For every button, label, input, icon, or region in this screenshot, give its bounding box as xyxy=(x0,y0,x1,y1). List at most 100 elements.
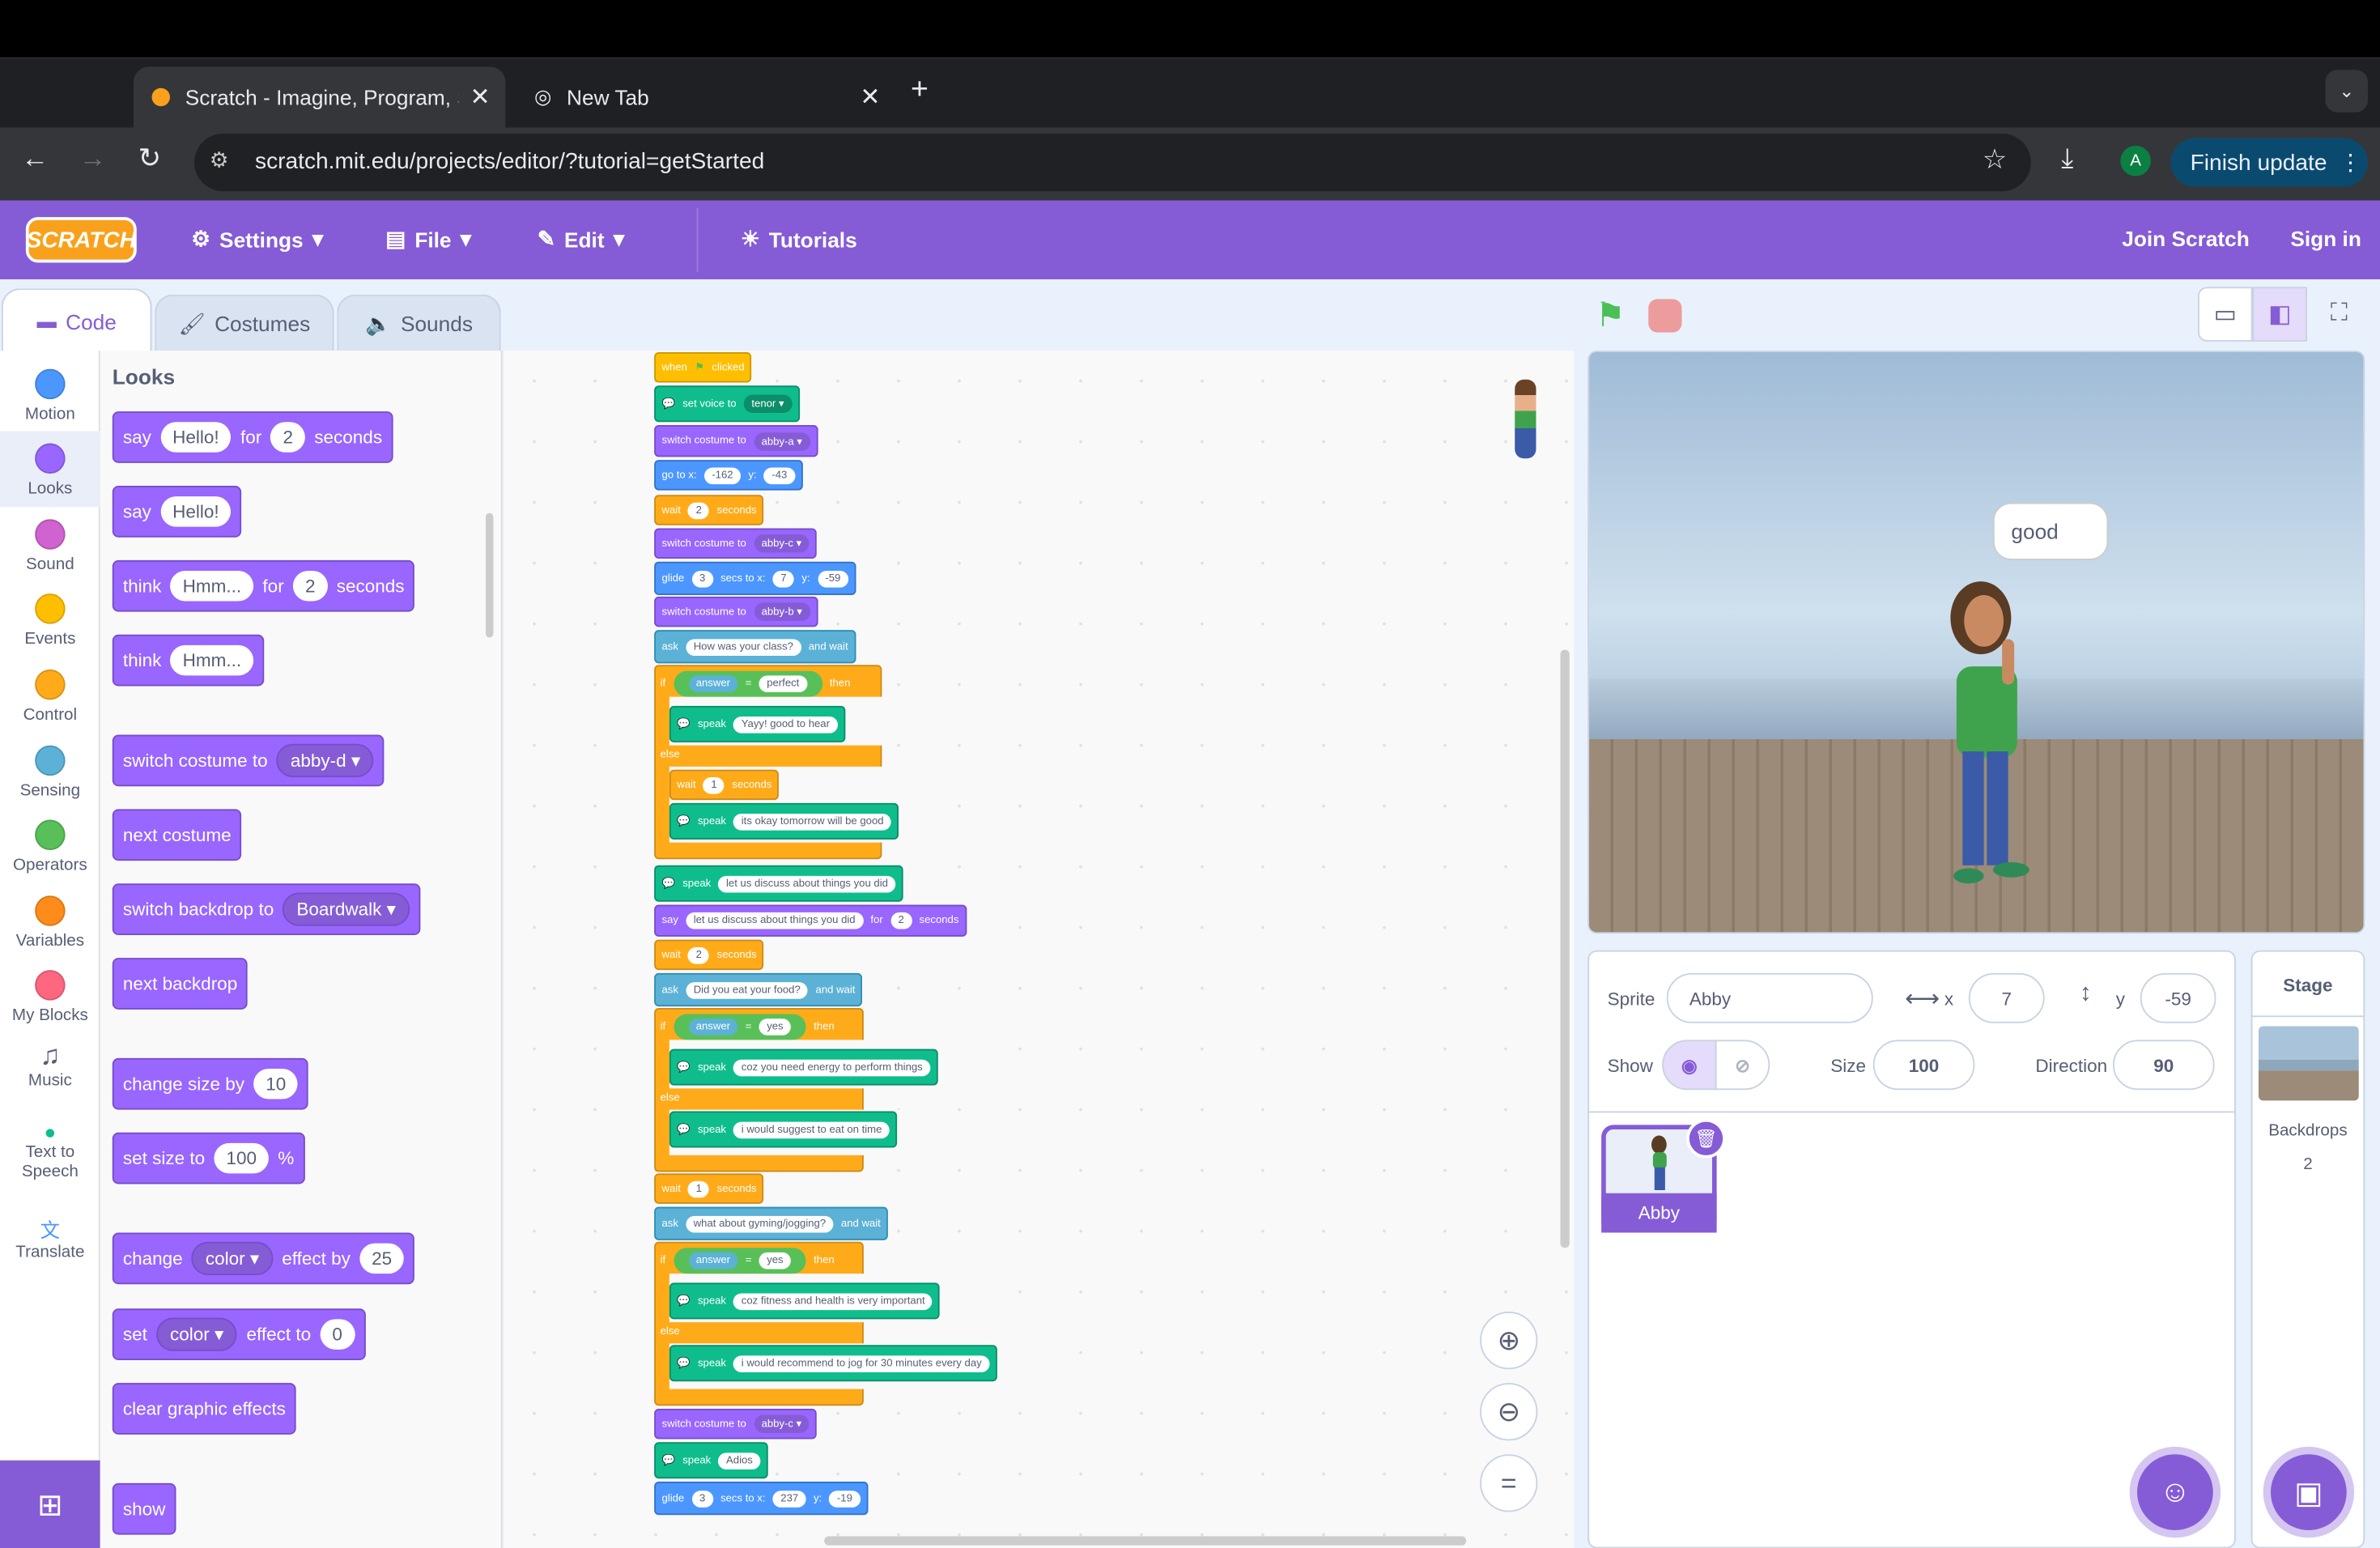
block-say-for-secs[interactable]: say Hello! for 2 seconds xyxy=(112,411,393,463)
small-stage-button[interactable]: ▭ xyxy=(2198,287,2253,342)
delete-sprite-button[interactable]: 🗑 xyxy=(1686,1118,1726,1159)
category-events[interactable]: Events xyxy=(0,581,100,657)
wait-block[interactable]: wait 2 seconds xyxy=(654,939,764,971)
block-input[interactable]: 7 xyxy=(772,570,794,587)
finish-update-button[interactable]: Finish update ⋮ xyxy=(2170,138,2368,187)
category-variables[interactable]: Variables xyxy=(0,883,100,959)
block-input[interactable]: i would suggest to eat on time xyxy=(733,1121,890,1138)
tab-search-icon[interactable]: ⌄ xyxy=(2325,70,2368,113)
block-dropdown[interactable]: abby-c ▾ xyxy=(754,1414,810,1433)
block-think-for-secs[interactable]: think Hmm... for 2 seconds xyxy=(112,559,415,612)
palette-scrollbar[interactable] xyxy=(486,512,494,638)
block-input[interactable]: -19 xyxy=(829,1490,861,1507)
block-input[interactable]: yes xyxy=(759,1251,792,1269)
large-stage-button[interactable]: ◧ xyxy=(2252,287,2307,342)
show-hidden-button[interactable]: ⊘ xyxy=(1715,1040,1770,1091)
speak-block[interactable]: 💬 speak Yayy! good to hear xyxy=(669,705,845,742)
block-input[interactable]: coz fitness and health is very important xyxy=(733,1292,933,1310)
block-input[interactable]: 100 xyxy=(214,1142,269,1174)
reload-icon[interactable]: ↻ xyxy=(138,142,161,174)
script-horizontal-scrollbar[interactable] xyxy=(824,1536,1467,1546)
answer-reporter[interactable]: answer xyxy=(688,1018,738,1035)
speak-block[interactable]: 💬 speak coz fitness and health is very imp… xyxy=(669,1282,941,1320)
tab-new-tab[interactable]: ◎ New Tab ✕ xyxy=(516,67,896,128)
category-sound[interactable]: Sound xyxy=(0,507,100,583)
sprite-name-input[interactable]: Abby xyxy=(1666,972,1873,1023)
block-show[interactable]: show xyxy=(112,1482,176,1535)
y-position-input[interactable]: -59 xyxy=(2140,972,2216,1023)
stage-canvas[interactable] xyxy=(1587,351,2365,934)
block-input[interactable]: Yayy! good to hear xyxy=(733,716,838,733)
green-flag-icon[interactable]: ⚑ xyxy=(1596,296,1626,336)
if-header[interactable]: if answer = yes then xyxy=(654,1242,840,1278)
block-dropdown[interactable]: Boardwalk ▾ xyxy=(283,892,410,926)
zoom-out-button[interactable]: ⊖ xyxy=(1480,1383,1538,1441)
block-input[interactable]: Hello! xyxy=(160,422,232,453)
sign-in-link[interactable]: Sign in xyxy=(2290,226,2361,250)
if-header[interactable]: if answer = perfect then xyxy=(654,665,856,701)
block-input[interactable]: 10 xyxy=(253,1069,299,1099)
join-scratch-link[interactable]: Join Scratch xyxy=(2122,226,2250,250)
block-clear-effects[interactable]: clear graphic effects xyxy=(112,1383,296,1435)
speak-block[interactable]: 💬 speak i would recommend to jog for 30 mi… xyxy=(669,1345,997,1382)
block-change-size[interactable]: change size by 10 xyxy=(112,1057,309,1110)
speak-block[interactable]: 💬 speak coz you need energy to perform thi… xyxy=(669,1048,938,1086)
if-header[interactable]: if answer = yes then xyxy=(654,1008,840,1044)
direction-input[interactable]: 90 xyxy=(2113,1040,2215,1091)
block-input[interactable]: i would recommend to jog for 30 minutes … xyxy=(733,1354,990,1372)
zoom-reset-button[interactable]: = xyxy=(1480,1454,1538,1512)
tutorials-button[interactable]: ☀ Tutorials xyxy=(741,226,857,252)
category-music[interactable]: ♫ Music xyxy=(0,1037,100,1113)
block-input[interactable]: -43 xyxy=(763,466,795,484)
switch-costume-block[interactable]: switch costume to abby-c ▾ xyxy=(654,1409,817,1440)
block-input[interactable]: How was your class? xyxy=(686,638,801,656)
block-input[interactable]: 2 xyxy=(890,912,912,929)
block-input[interactable]: 3 xyxy=(691,1490,713,1507)
script-vertical-scrollbar[interactable] xyxy=(1560,649,1570,1248)
add-extension-button[interactable]: ⊞ xyxy=(0,1460,100,1548)
edit-menu[interactable]: ✎ Edit ▾ xyxy=(538,226,624,252)
glide-block[interactable]: glide 3 secs to x: 7 y: -59 xyxy=(654,561,856,595)
block-input[interactable]: 2 xyxy=(270,422,306,453)
block-input[interactable]: Hello! xyxy=(160,496,232,527)
block-change-effect[interactable]: change color ▾ effect by 25 xyxy=(112,1232,415,1285)
switch-costume-block[interactable]: switch costume to abby-a ▾ xyxy=(654,425,818,457)
glide-block[interactable]: glide 3 secs to x: 237 y: -19 xyxy=(654,1482,868,1516)
block-set-effect[interactable]: set color ▾ effect to 0 xyxy=(112,1308,366,1360)
ask-and-wait-block[interactable]: ask Did you eat your food? and wait xyxy=(654,972,863,1007)
tab-scratch[interactable]: Scratch - Imagine, Program, S ✕ xyxy=(134,66,506,128)
equals-operator[interactable]: answer = yes xyxy=(673,1247,806,1274)
block-dropdown[interactable]: abby-b ▾ xyxy=(754,602,810,621)
download-icon[interactable]: ⤓ xyxy=(2061,142,2073,174)
speak-block[interactable]: 💬 speak i would suggest to eat on time xyxy=(669,1111,898,1148)
block-say[interactable]: say Hello! xyxy=(112,486,242,538)
choose-sprite-button[interactable]: ☺ xyxy=(2137,1454,2213,1530)
block-input[interactable]: -162 xyxy=(703,466,741,484)
when-flag-clicked-block[interactable]: when ⚑ clicked xyxy=(654,352,752,383)
backdrop-thumbnail[interactable] xyxy=(2259,1026,2359,1101)
switch-costume-block[interactable]: switch costume to abby-c ▾ xyxy=(654,528,817,559)
close-tab-icon[interactable]: ✕ xyxy=(470,82,490,113)
block-input[interactable]: 2 xyxy=(292,571,328,602)
block-think[interactable]: think Hmm... xyxy=(112,634,265,687)
block-input[interactable]: 25 xyxy=(359,1243,405,1274)
answer-reporter[interactable]: answer xyxy=(688,674,738,692)
profile-avatar[interactable]: A xyxy=(2120,146,2151,176)
block-input[interactable]: Hmm... xyxy=(170,571,254,602)
more-icon[interactable]: ⋮ xyxy=(2339,149,2361,176)
ask-and-wait-block[interactable]: ask How was your class? and wait xyxy=(654,630,856,664)
tab-costumes[interactable]: 🖌 Costumes xyxy=(155,294,334,351)
block-input[interactable]: coz you need energy to perform things xyxy=(733,1058,931,1076)
switch-costume-block[interactable]: switch costume to abby-b ▾ xyxy=(654,596,818,627)
speak-block[interactable]: 💬 speak let us discuss about things you di… xyxy=(654,865,903,902)
category-looks[interactable]: Looks xyxy=(0,431,100,508)
block-input[interactable]: 2 xyxy=(688,946,710,963)
stop-icon[interactable] xyxy=(1648,299,1682,333)
block-input[interactable]: let us discuss about things you did xyxy=(718,874,896,892)
say-for-secs-block[interactable]: say let us discuss about things you did fo… xyxy=(654,904,967,937)
block-dropdown[interactable]: abby-a ▾ xyxy=(754,432,810,450)
ask-and-wait-block[interactable]: ask what about gyming/jogging? and wait xyxy=(654,1206,889,1240)
block-input[interactable]: 3 xyxy=(691,570,713,587)
fullscreen-button[interactable]: ⛶ xyxy=(2312,287,2367,342)
block-input[interactable]: Hmm... xyxy=(170,644,254,676)
